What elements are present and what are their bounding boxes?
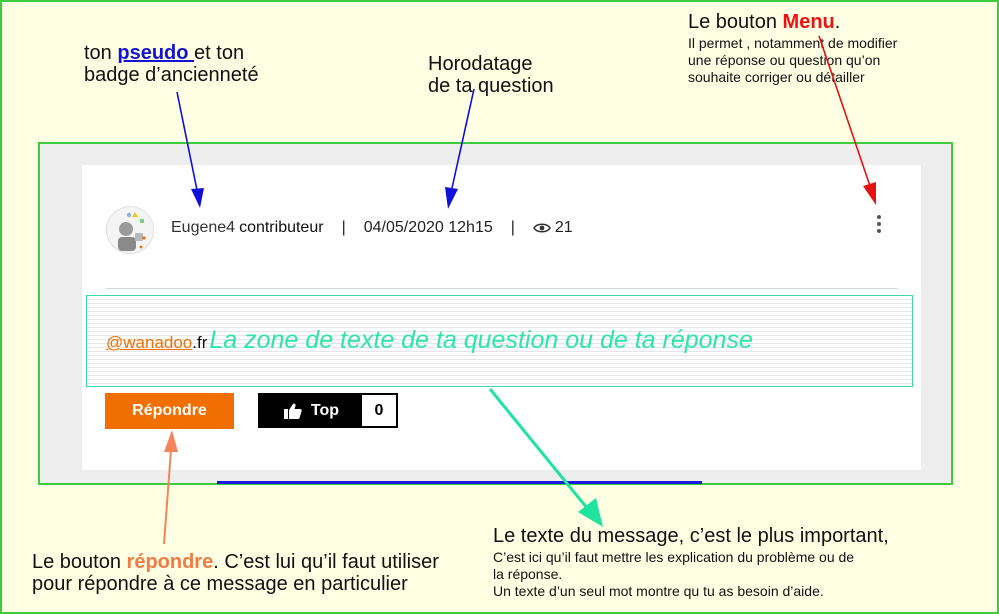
divider [106, 288, 898, 289]
annotation-message: Le texte du message, c’est le plus impor… [493, 525, 889, 599]
thumbs-up-icon [283, 403, 302, 419]
mention-suffix: .fr [192, 333, 208, 352]
annotation-pseudo: ton pseudo et ton badge d’ancienneté [84, 42, 259, 86]
annotation-repondre: Le bouton répondre. C’est lui qu’il faut… [32, 551, 439, 595]
view-count-value: 21 [554, 219, 573, 236]
top-label: Top [310, 401, 340, 419]
eye-icon [532, 223, 551, 233]
robot-avatar-icon[interactable] [106, 206, 154, 254]
view-count: 21 [532, 219, 573, 237]
post-timestamp: 04/05/2020 12h15 [363, 219, 493, 236]
blue-underline [217, 481, 702, 484]
username-link[interactable]: Eugene4 [171, 219, 235, 237]
pseudo-highlight: pseudo [117, 42, 195, 64]
mention-link[interactable]: @wanadoo [106, 333, 192, 353]
top-button[interactable]: Top 0 [258, 393, 398, 428]
annotation-menu: Le bouton Menu. Il permet , notamment de… [688, 11, 898, 85]
meta-separator: | [510, 219, 515, 236]
seniority-badge: contributeur [239, 219, 324, 236]
message-placeholder: La zone de texte de ta question ou de ta… [209, 326, 753, 354]
annotation-horodatage: Horodatage de ta question [428, 53, 554, 97]
top-count: 0 [362, 395, 396, 426]
repondre-highlight: répondre [126, 551, 214, 573]
menu-button[interactable] [870, 212, 888, 236]
reply-button[interactable]: Répondre [105, 393, 234, 429]
message-body: @wanadoo .fr La zone de texte de ta questi… [106, 326, 753, 355]
vertical-dots-icon [877, 215, 881, 219]
menu-highlight: Menu [782, 11, 835, 33]
meta-separator: | [341, 219, 346, 236]
post-meta: Eugene4 contributeur | 04/05/2020 12h15 … [171, 217, 573, 239]
